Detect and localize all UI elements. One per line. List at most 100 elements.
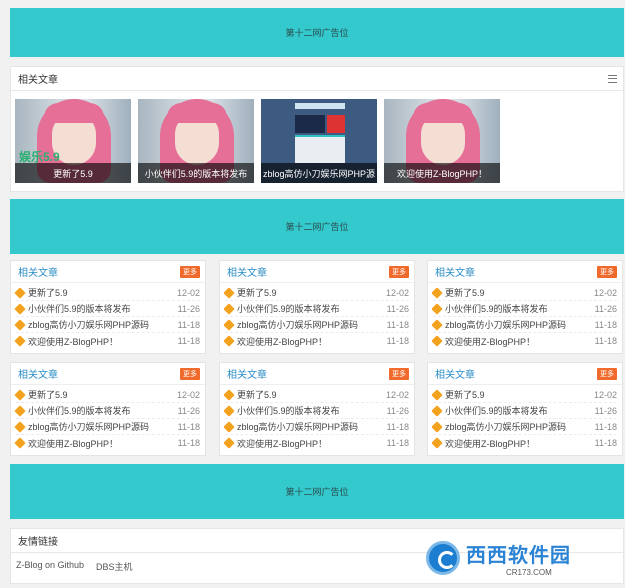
star-icon (14, 437, 26, 449)
item-title[interactable]: 小伙伴们5.9的版本将发布 (445, 404, 591, 417)
item-date: 11-18 (386, 319, 409, 330)
item-title[interactable]: 小伙伴们5.9的版本将发布 (445, 302, 591, 315)
thumb-card[interactable]: 小伙伴们5.9的版本将发布 (138, 99, 254, 183)
item-date: 11-18 (386, 421, 409, 432)
star-icon (14, 318, 26, 331)
item-title[interactable]: 小伙伴们5.9的版本将发布 (28, 302, 174, 315)
list-item[interactable]: 更新了5.9 12-02 (14, 285, 200, 301)
ad-banner-middle[interactable]: 第十二网广告位 (10, 199, 624, 254)
thumb-card[interactable]: 欢迎使用Z-BlogPHP！ (384, 99, 500, 183)
list-item[interactable]: 更新了5.9 12-02 (431, 285, 617, 301)
list-item[interactable]: zblog高仿小刀娱乐网PHP源码 11-18 (14, 419, 200, 435)
list-item[interactable]: 更新了5.9 12-02 (431, 387, 617, 403)
item-date: 12-02 (176, 287, 200, 298)
star-icon (431, 388, 443, 401)
star-icon (14, 420, 26, 433)
list-item[interactable]: zblog高仿小刀娱乐网PHP源码 11-18 (223, 419, 409, 435)
list-item[interactable]: 小伙伴们5.9的版本将发布 11-26 (14, 301, 200, 317)
item-title[interactable]: 欢迎使用Z-BlogPHP！ (445, 335, 591, 348)
list-item[interactable]: 欢迎使用Z-BlogPHP！ 11-18 (431, 333, 617, 349)
box-title-link[interactable]: 相关文章 (435, 264, 475, 279)
list-item[interactable]: 更新了5.9 12-02 (223, 285, 409, 301)
item-date: 11-18 (177, 319, 200, 330)
list-item[interactable]: 欢迎使用Z-BlogPHP！ 11-18 (14, 435, 200, 451)
list-item[interactable]: 更新了5.9 12-02 (14, 387, 200, 403)
item-title[interactable]: zblog高仿小刀娱乐网PHP源码 (445, 420, 591, 433)
item-title[interactable]: 欢迎使用Z-BlogPHP！ (237, 437, 383, 450)
box-title-link[interactable]: 相关文章 (435, 366, 475, 381)
item-date: 11-26 (386, 405, 409, 416)
more-button[interactable]: 更多 (389, 265, 409, 278)
list-item[interactable]: 小伙伴们5.9的版本将发布 11-26 (14, 403, 200, 419)
star-icon (223, 437, 235, 449)
list-item[interactable]: 欢迎使用Z-BlogPHP！ 11-18 (223, 435, 409, 451)
item-title[interactable]: zblog高仿小刀娱乐网PHP源码 (28, 420, 174, 433)
friend-link[interactable]: DBS主机 (96, 560, 133, 573)
more-button[interactable]: 更多 (180, 265, 200, 278)
box-title-link[interactable]: 相关文章 (18, 366, 58, 381)
item-title[interactable]: zblog高仿小刀娱乐网PHP源码 (237, 318, 383, 331)
item-date: 11-18 (386, 438, 409, 448)
ad-banner-bottom[interactable]: 第十二网广告位 (10, 464, 624, 519)
item-title[interactable]: 更新了5.9 (237, 388, 382, 401)
item-title[interactable]: 更新了5.9 (445, 286, 590, 299)
item-title[interactable]: 更新了5.9 (28, 388, 173, 401)
list-item[interactable]: zblog高仿小刀娱乐网PHP源码 11-18 (14, 317, 200, 333)
item-title[interactable]: zblog高仿小刀娱乐网PHP源码 (445, 318, 591, 331)
more-button[interactable]: 更多 (180, 367, 200, 380)
item-title[interactable]: 更新了5.9 (445, 388, 590, 401)
cr173-logo-icon (426, 541, 460, 575)
list-item[interactable]: 小伙伴们5.9的版本将发布 11-26 (431, 403, 617, 419)
star-icon (431, 302, 443, 315)
watermark-text: 西西软件园 CR173.COM (466, 539, 571, 577)
list-item[interactable]: zblog高仿小刀娱乐网PHP源码 11-18 (431, 419, 617, 435)
item-title[interactable]: 更新了5.9 (237, 286, 382, 299)
list-item[interactable]: zblog高仿小刀娱乐网PHP源码 11-18 (223, 317, 409, 333)
list-item[interactable]: 更新了5.9 12-02 (223, 387, 409, 403)
list-item[interactable]: 小伙伴们5.9的版本将发布 11-26 (223, 403, 409, 419)
star-icon (14, 335, 26, 347)
star-icon (223, 420, 235, 433)
item-title[interactable]: 小伙伴们5.9的版本将发布 (237, 404, 383, 417)
box-title-link[interactable]: 相关文章 (18, 264, 58, 279)
item-title[interactable]: 欢迎使用Z-BlogPHP！ (28, 335, 174, 348)
box-title-link[interactable]: 相关文章 (227, 366, 267, 381)
star-icon (14, 388, 26, 401)
thumb-card[interactable]: 娱乐5.9 更新了5.9 (15, 99, 131, 183)
star-icon (223, 388, 235, 401)
item-title[interactable]: 小伙伴们5.9的版本将发布 (237, 302, 383, 315)
list-item[interactable]: 小伙伴们5.9的版本将发布 11-26 (431, 301, 617, 317)
item-title[interactable]: 更新了5.9 (28, 286, 173, 299)
star-icon (431, 437, 443, 449)
star-icon (431, 420, 443, 433)
box-title-link[interactable]: 相关文章 (227, 264, 267, 279)
item-title[interactable]: 欢迎使用Z-BlogPHP！ (237, 335, 383, 348)
related-articles-panel: 相关文章 娱乐5.9 更新了5.9 小伙伴们5.9的版本将发布 zblog高仿小… (10, 66, 624, 192)
item-title[interactable]: zblog高仿小刀娱乐网PHP源码 (237, 420, 383, 433)
list-item[interactable]: 小伙伴们5.9的版本将发布 11-26 (223, 301, 409, 317)
more-button[interactable]: 更多 (389, 367, 409, 380)
more-button[interactable]: 更多 (597, 265, 617, 278)
box-header: 相关文章 更多 (11, 261, 205, 283)
list-item[interactable]: 欢迎使用Z-BlogPHP！ 11-18 (431, 435, 617, 451)
thumb-card[interactable]: zblog高仿小刀娱乐网PHP源 (261, 99, 377, 183)
star-icon (431, 318, 443, 331)
ad-text: 第十二网广告位 (285, 28, 349, 38)
star-icon (431, 335, 443, 347)
item-title[interactable]: 小伙伴们5.9的版本将发布 (28, 404, 174, 417)
box-header: 相关文章 更多 (428, 261, 622, 283)
ad-banner-top[interactable]: 第十二网广告位 (10, 8, 624, 57)
list-item[interactable]: zblog高仿小刀娱乐网PHP源码 11-18 (431, 317, 617, 333)
panel-title: 友情链接 (18, 537, 58, 548)
list-item[interactable]: 欢迎使用Z-BlogPHP！ 11-18 (223, 333, 409, 349)
star-icon (431, 286, 443, 299)
item-title[interactable]: 欢迎使用Z-BlogPHP！ (445, 437, 591, 450)
item-date: 12-02 (593, 287, 617, 298)
item-date: 11-18 (177, 336, 200, 346)
list-menu-icon[interactable] (608, 74, 617, 83)
friend-link[interactable]: Z-Blog on Github (16, 560, 84, 573)
item-title[interactable]: 欢迎使用Z-BlogPHP！ (28, 437, 174, 450)
list-item[interactable]: 欢迎使用Z-BlogPHP！ 11-18 (14, 333, 200, 349)
more-button[interactable]: 更多 (597, 367, 617, 380)
item-title[interactable]: zblog高仿小刀娱乐网PHP源码 (28, 318, 174, 331)
